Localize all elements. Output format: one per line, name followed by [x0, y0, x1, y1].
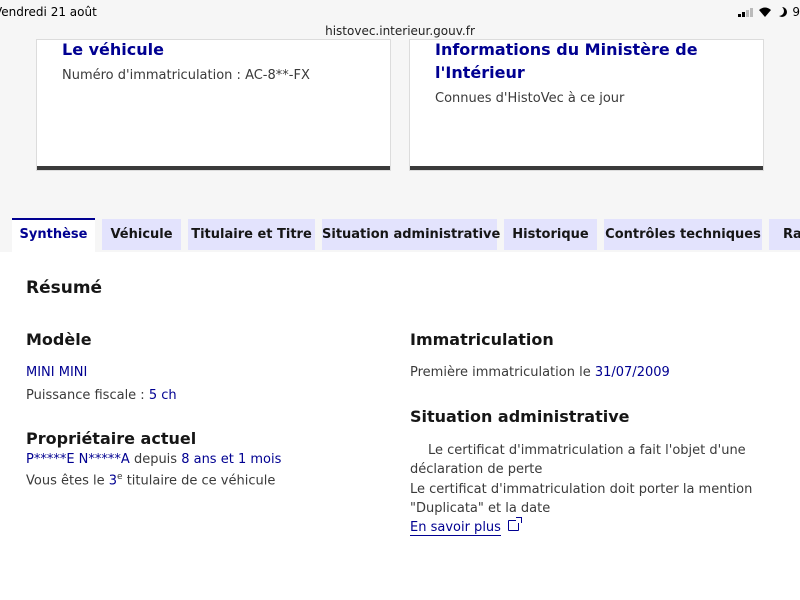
cellular-signal-icon: [738, 7, 754, 17]
status-bar: Vendredi 21 août 9: [0, 0, 800, 24]
owner-heading: Propriétaire actuel: [26, 429, 197, 448]
admin-line-1: Le certificat d'immatriculation a fait l…: [428, 443, 746, 458]
owner-since-value: 8 ans et 1 mois: [181, 452, 282, 467]
ministry-info-card: Informations du Ministère de l'Intérieur…: [410, 40, 763, 170]
vehicle-card: Le véhicule Numéro d'immatriculation : A…: [37, 40, 390, 170]
owner-rank-value: 3: [108, 473, 118, 489]
tab-synthese[interactable]: Synthèse: [12, 218, 95, 252]
ministry-info-card-title[interactable]: Informations du Ministère de l'Intérieur: [435, 38, 745, 84]
summary-title: Résumé: [26, 278, 103, 298]
battery-percent: 9: [792, 5, 800, 19]
synthese-panel: Résumé Modèle MINI MINI Puissance fiscal…: [0, 252, 800, 600]
wifi-icon: [759, 7, 772, 17]
owner-rank: Vous êtes le 3e titulaire de ce véhicule: [26, 472, 275, 488]
fiscal-power-value: 5 ch: [148, 388, 177, 403]
tab-titulaire-et-titre[interactable]: Titulaire et Titre: [188, 219, 315, 250]
tab-rapport[interactable]: Rap: [769, 219, 800, 250]
moon-icon: [777, 7, 787, 17]
owner-rank-prefix: Vous êtes le: [26, 473, 109, 489]
registration-heading: Immatriculation: [410, 330, 554, 349]
admin-line-3: Le certificat d'immatriculation doit por…: [410, 482, 753, 497]
owner-line: P*****E N*****A depuis 8 ans et 1 mois: [26, 452, 281, 467]
tab-bar: Synthèse Véhicule Titulaire et Titre Sit…: [0, 218, 800, 252]
tab-vehicule[interactable]: Véhicule: [102, 219, 181, 250]
address-bar[interactable]: histovec.interieur.gouv.fr: [0, 24, 800, 38]
ministry-info-card-desc: Connues d'HistoVec à ce jour: [435, 91, 625, 106]
status-date: Vendredi 21 août: [0, 5, 97, 19]
tab-historique[interactable]: Historique: [504, 219, 597, 250]
fiscal-power: Puissance fiscale : 5 ch: [26, 388, 177, 403]
fiscal-power-label: Puissance fiscale :: [26, 388, 149, 403]
admin-line-2: déclaration de perte: [410, 462, 543, 477]
vehicle-card-desc: Numéro d'immatriculation : AC-8**-FX: [62, 68, 310, 83]
first-registration-label: Première immatriculation le: [410, 365, 595, 380]
first-registration-date: 31/07/2009: [594, 365, 670, 380]
owner-name: P*****E N*****A: [26, 452, 130, 467]
model-value: MINI MINI: [26, 365, 88, 380]
admin-heading: Situation administrative: [410, 407, 630, 426]
owner-rank-suffix: titulaire de ce véhicule: [122, 473, 276, 489]
owner-since-label: depuis: [129, 452, 182, 467]
admin-line-4: "Duplicata" et la date: [410, 501, 551, 516]
tab-controles-techniques[interactable]: Contrôles techniques: [604, 219, 762, 250]
status-icons: 9: [738, 5, 800, 19]
first-registration: Première immatriculation le 31/07/2009: [410, 365, 670, 380]
tab-situation-administrative[interactable]: Situation administrative: [322, 219, 500, 250]
learn-more-link[interactable]: En savoir plus: [410, 517, 522, 536]
external-link-icon[interactable]: [507, 517, 522, 531]
model-heading: Modèle: [26, 330, 92, 349]
vehicle-card-title[interactable]: Le véhicule: [62, 38, 164, 61]
learn-more-text[interactable]: En savoir plus: [410, 520, 501, 536]
